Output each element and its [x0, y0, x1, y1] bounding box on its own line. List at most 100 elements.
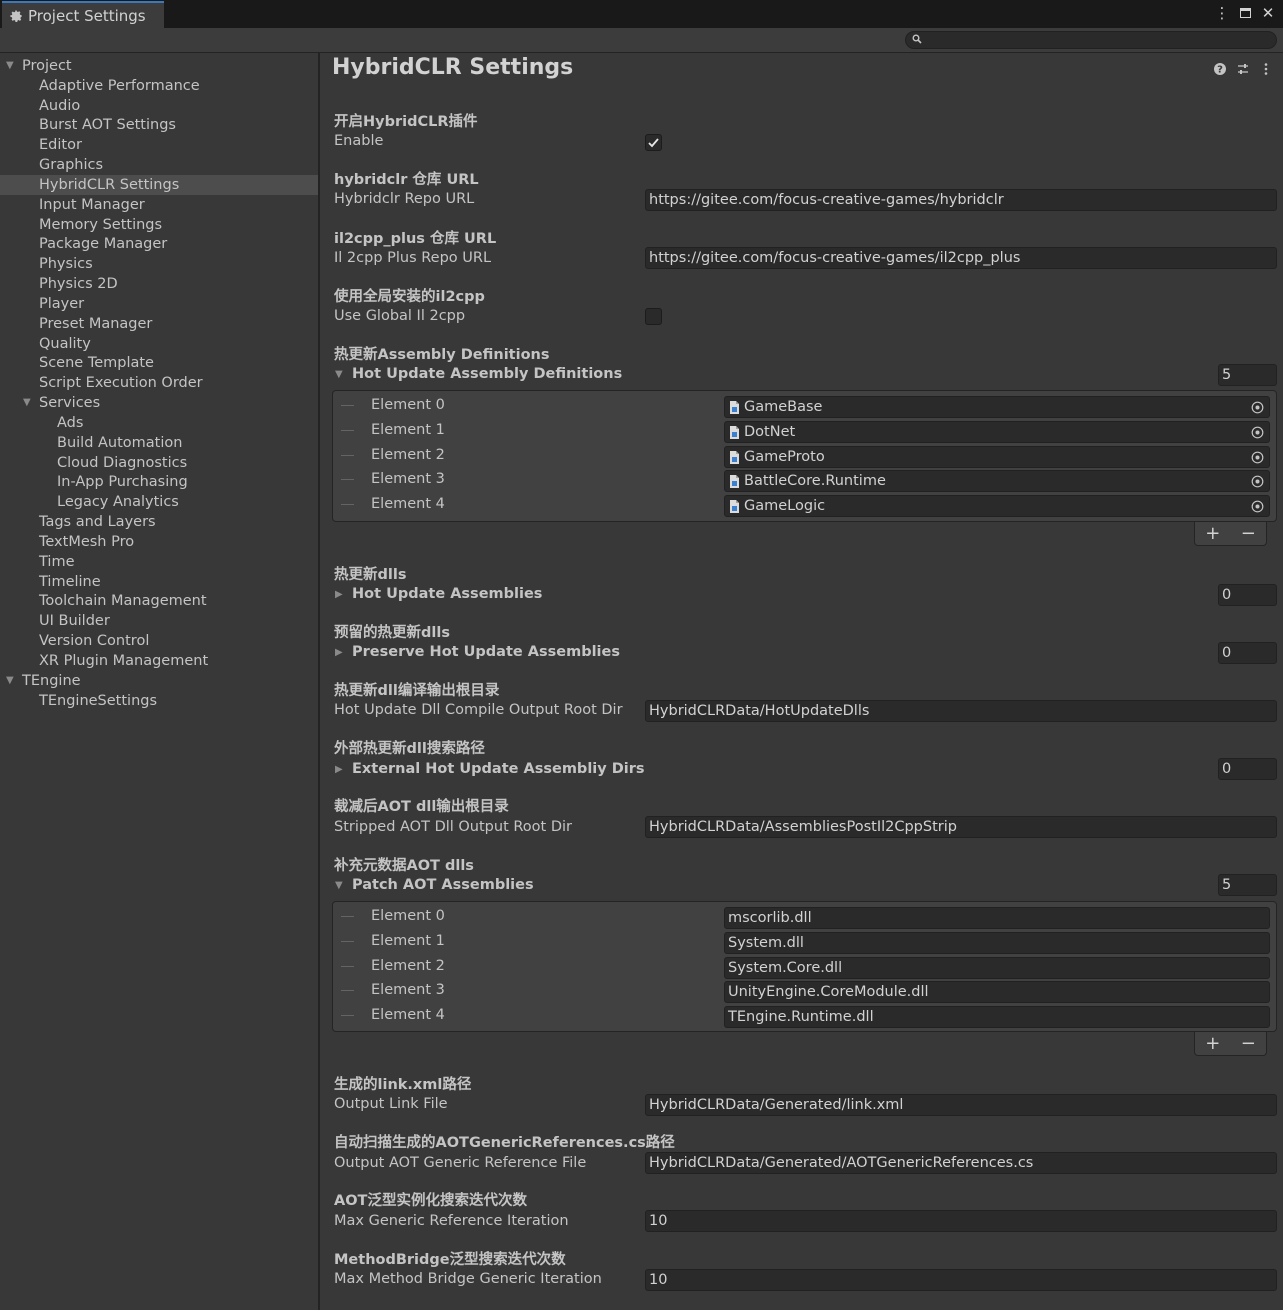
hot-dlls-count[interactable]: 0: [1218, 584, 1277, 606]
sidebar-item-tengine[interactable]: ▼TEngine: [0, 671, 318, 691]
sidebar-item-tenginesettings[interactable]: TEngineSettings: [0, 691, 318, 711]
sidebar-item-graphics[interactable]: Graphics: [0, 155, 318, 175]
sidebar-item-time[interactable]: Time: [0, 552, 318, 572]
drag-handle-icon[interactable]: [341, 504, 354, 505]
string-field[interactable]: UnityEngine.CoreModule.dll: [724, 981, 1270, 1003]
sidebar-item-scene-template[interactable]: Scene Template: [0, 353, 318, 373]
expand-arrow-icon[interactable]: ▼: [6, 56, 14, 76]
object-picker-icon[interactable]: [1251, 401, 1264, 414]
object-field[interactable]: DotNet: [724, 421, 1270, 443]
drag-handle-icon[interactable]: [341, 455, 354, 456]
object-field[interactable]: BattleCore.Runtime: [724, 470, 1270, 492]
sidebar-item-timeline[interactable]: Timeline: [0, 572, 318, 592]
expand-arrow-icon[interactable]: ▼: [6, 671, 14, 691]
drag-handle-icon[interactable]: [341, 966, 354, 967]
assembly-definition-icon: [729, 426, 740, 439]
string-field[interactable]: System.Core.dll: [724, 957, 1270, 979]
patch-aot-label[interactable]: Patch AOT Assemblies: [352, 877, 534, 893]
drag-handle-icon[interactable]: [341, 916, 354, 917]
sidebar-item-project[interactable]: ▼Project: [0, 56, 318, 76]
sidebar-item-version-control[interactable]: Version Control: [0, 631, 318, 651]
stripped-dir-field[interactable]: HybridCLRData/AssembliesPostIl2CppStrip: [645, 816, 1277, 838]
drag-handle-icon[interactable]: [341, 430, 354, 431]
collapsed-arrow-icon[interactable]: ▶: [335, 647, 343, 658]
object-picker-icon[interactable]: [1251, 500, 1264, 513]
string-field[interactable]: TEngine.Runtime.dll: [724, 1006, 1270, 1028]
sidebar-item-physics-2d[interactable]: Physics 2D: [0, 274, 318, 294]
string-field[interactable]: System.dll: [724, 932, 1270, 954]
sidebar-item-tags-and-layers[interactable]: Tags and Layers: [0, 512, 318, 532]
sidebar-item-input-manager[interactable]: Input Manager: [0, 195, 318, 215]
remove-button[interactable]: −: [1241, 523, 1256, 544]
output-root-field[interactable]: HybridCLRData/HotUpdateDlls: [645, 700, 1277, 722]
sidebar-item-cloud-diagnostics[interactable]: Cloud Diagnostics: [0, 453, 318, 473]
object-picker-icon[interactable]: [1251, 426, 1264, 439]
sidebar-item-build-automation[interactable]: Build Automation: [0, 433, 318, 453]
object-picker-icon[interactable]: [1251, 451, 1264, 464]
sidebar-item-preset-manager[interactable]: Preset Manager: [0, 314, 318, 334]
sidebar-item-physics[interactable]: Physics: [0, 254, 318, 274]
il2cpp-repo-url-field[interactable]: https://gitee.com/focus-creative-games/i…: [645, 247, 1277, 269]
object-field[interactable]: GameLogic: [724, 495, 1270, 517]
string-field[interactable]: mscorlib.dll: [724, 907, 1270, 929]
hot-asmdefs-label[interactable]: Hot Update Assembly Definitions: [352, 366, 622, 382]
repo-url-field[interactable]: https://gitee.com/focus-creative-games/h…: [645, 189, 1277, 211]
sidebar-item-burst-aot-settings[interactable]: Burst AOT Settings: [0, 115, 318, 135]
external-dirs-count[interactable]: 0: [1218, 758, 1277, 780]
sidebar-item-label: Input Manager: [39, 195, 145, 215]
sidebar-item-services[interactable]: ▼Services: [0, 393, 318, 413]
drag-handle-icon[interactable]: [341, 1015, 354, 1016]
object-field[interactable]: GameProto: [724, 446, 1270, 468]
search-input[interactable]: [905, 31, 1277, 49]
max-generic-field[interactable]: 10: [645, 1210, 1277, 1232]
preserve-dlls-label[interactable]: Preserve Hot Update Assemblies: [352, 644, 620, 660]
help-icon[interactable]: ?: [1213, 62, 1227, 76]
sidebar-item-memory-settings[interactable]: Memory Settings: [0, 215, 318, 235]
add-button[interactable]: +: [1205, 523, 1220, 544]
remove-button[interactable]: −: [1241, 1033, 1256, 1054]
drag-handle-icon[interactable]: [341, 405, 354, 406]
sidebar-item-legacy-analytics[interactable]: Legacy Analytics: [0, 492, 318, 512]
sidebar-item-in-app-purchasing[interactable]: In-App Purchasing: [0, 472, 318, 492]
max-bridge-field[interactable]: 10: [645, 1269, 1277, 1291]
drag-handle-icon[interactable]: [341, 479, 354, 480]
sidebar-item-hybridclr-settings[interactable]: HybridCLR Settings: [0, 175, 318, 195]
preserve-dlls-count[interactable]: 0: [1218, 642, 1277, 664]
expand-arrow-icon[interactable]: ▼: [23, 393, 31, 413]
hot-asmdefs-count[interactable]: 5: [1218, 364, 1277, 386]
more-icon[interactable]: [1259, 62, 1273, 76]
sidebar-item-quality[interactable]: Quality: [0, 334, 318, 354]
global-il2cpp-checkbox[interactable]: [645, 308, 662, 325]
collapsed-arrow-icon[interactable]: ▶: [335, 589, 343, 600]
expand-arrow-icon[interactable]: ▼: [335, 880, 343, 891]
object-picker-icon[interactable]: [1251, 475, 1264, 488]
link-file-field[interactable]: HybridCLRData/Generated/link.xml: [645, 1094, 1277, 1116]
sidebar-item-textmesh-pro[interactable]: TextMesh Pro: [0, 532, 318, 552]
expand-arrow-icon[interactable]: ▼: [335, 369, 343, 380]
close-icon[interactable]: ✕: [1261, 4, 1275, 22]
drag-handle-icon[interactable]: [341, 990, 354, 991]
object-field[interactable]: GameBase: [724, 396, 1270, 418]
sidebar-item-package-manager[interactable]: Package Manager: [0, 234, 318, 254]
enable-checkbox[interactable]: [645, 134, 662, 151]
patch-aot-count[interactable]: 5: [1218, 874, 1277, 896]
sidebar-item-toolchain-management[interactable]: Toolchain Management: [0, 591, 318, 611]
sidebar-item-player[interactable]: Player: [0, 294, 318, 314]
sidebar-item-ads[interactable]: Ads: [0, 413, 318, 433]
hot-dlls-label[interactable]: Hot Update Assemblies: [352, 586, 542, 602]
sidebar-item-xr-plugin-management[interactable]: XR Plugin Management: [0, 651, 318, 671]
sidebar-item-ui-builder[interactable]: UI Builder: [0, 611, 318, 631]
sidebar-item-audio[interactable]: Audio: [0, 96, 318, 116]
collapsed-arrow-icon[interactable]: ▶: [335, 764, 343, 775]
drag-handle-icon[interactable]: [341, 941, 354, 942]
sidebar-item-script-execution-order[interactable]: Script Execution Order: [0, 373, 318, 393]
external-dirs-label[interactable]: External Hot Update Assembliy Dirs: [352, 761, 645, 777]
maximize-button[interactable]: [1238, 4, 1252, 22]
project-settings-tab[interactable]: Project Settings: [2, 1, 164, 28]
presets-icon[interactable]: [1236, 62, 1250, 76]
more-icon[interactable]: ⋮: [1215, 4, 1229, 22]
add-button[interactable]: +: [1205, 1033, 1220, 1054]
sidebar-item-editor[interactable]: Editor: [0, 135, 318, 155]
sidebar-item-adaptive-performance[interactable]: Adaptive Performance: [0, 76, 318, 96]
aot-ref-file-field[interactable]: HybridCLRData/Generated/AOTGenericRefere…: [645, 1152, 1277, 1174]
